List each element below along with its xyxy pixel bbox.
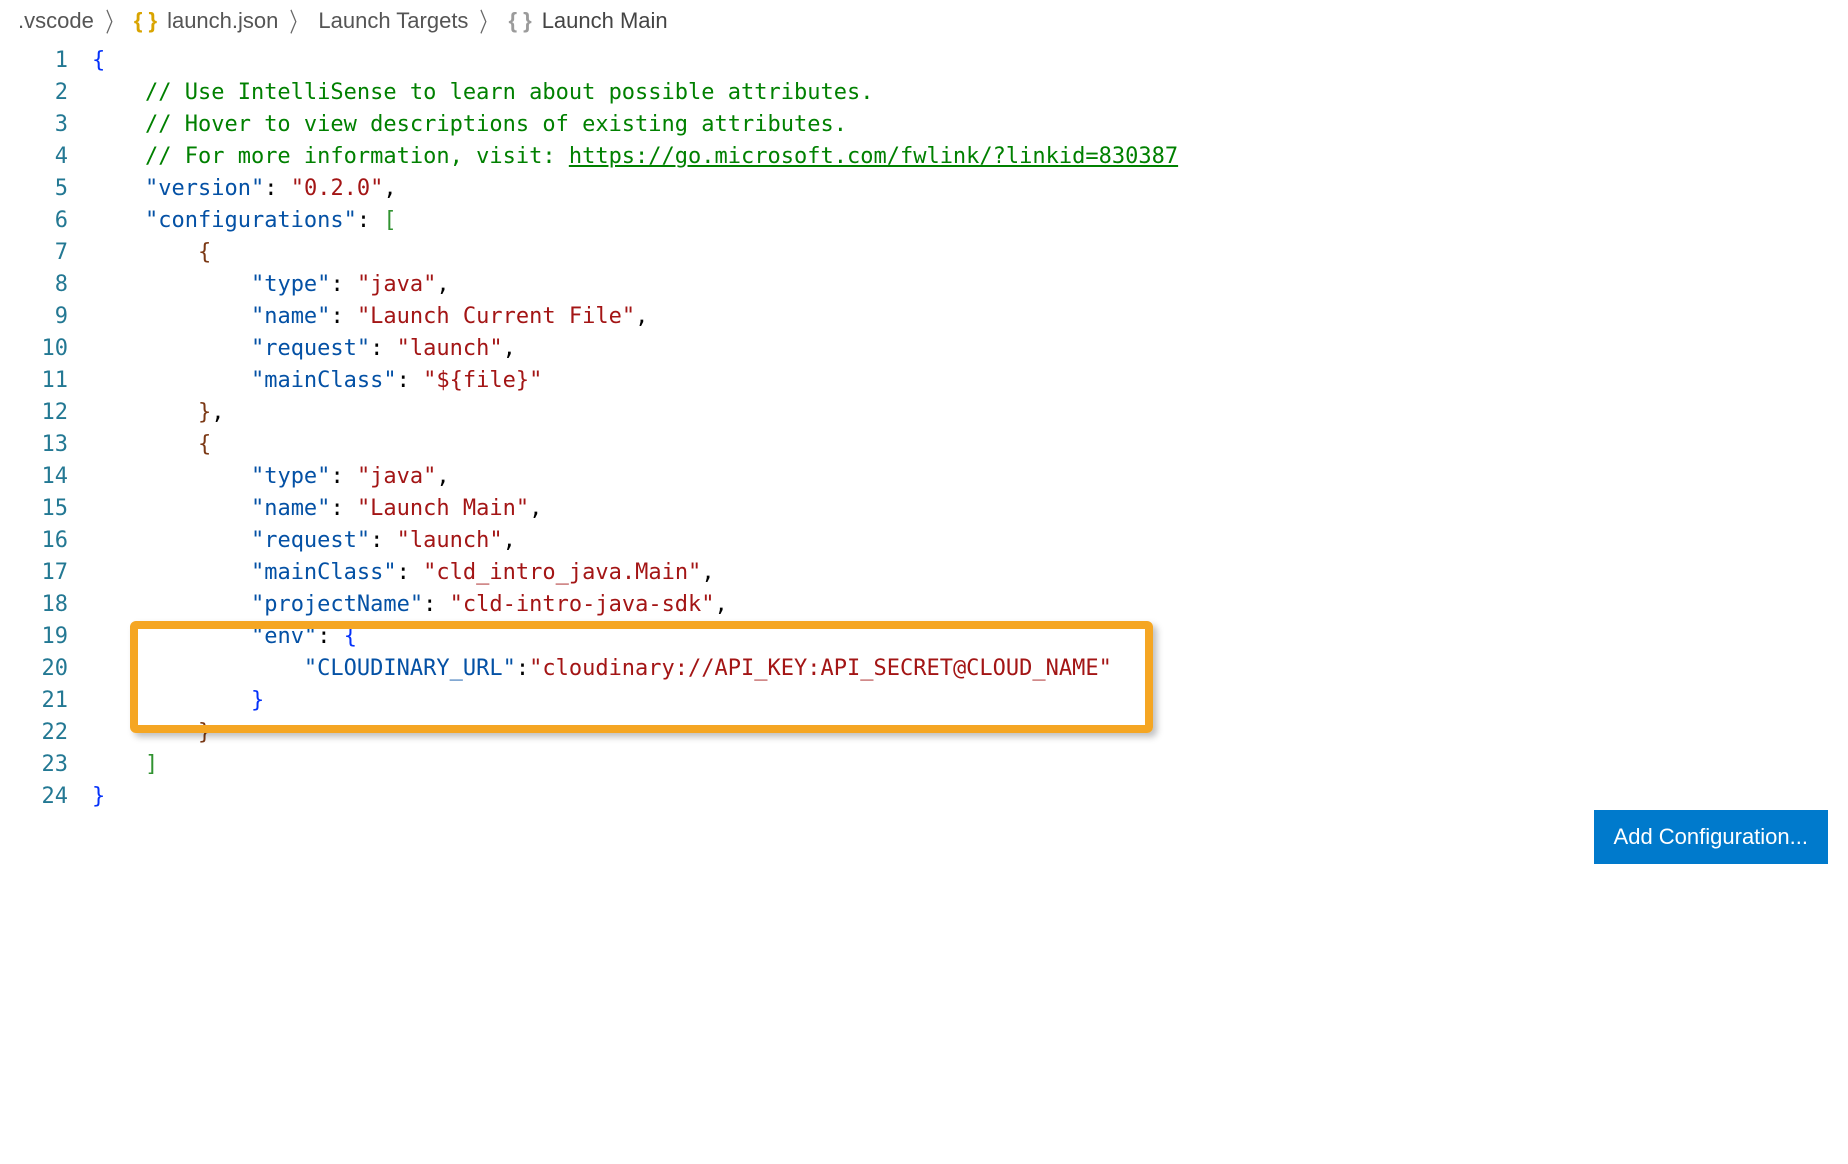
- code-line[interactable]: // For more information, visit: https://…: [92, 141, 1848, 173]
- add-configuration-button[interactable]: Add Configuration...: [1594, 810, 1828, 864]
- breadcrumb-leaf[interactable]: Launch Main: [542, 8, 668, 34]
- code-line[interactable]: }: [92, 781, 1848, 813]
- code-editor[interactable]: 1 2 3 4 5 6 7 8 9 10 11 12 13 14 15 16 1…: [0, 41, 1848, 813]
- line-number: 1: [0, 45, 68, 77]
- code-line[interactable]: {: [92, 45, 1848, 77]
- code-line[interactable]: // Use IntelliSense to learn about possi…: [92, 77, 1848, 109]
- line-number: 19: [0, 621, 68, 653]
- json-icon: { }: [134, 8, 157, 34]
- code-line[interactable]: "projectName": "cld-intro-java-sdk",: [92, 589, 1848, 621]
- line-number: 22: [0, 717, 68, 749]
- breadcrumb[interactable]: .vscode 〉 { } launch.json 〉 Launch Targe…: [0, 0, 1848, 41]
- chevron-right-icon: 〉: [480, 2, 497, 40]
- breadcrumb-section[interactable]: Launch Targets: [318, 8, 468, 34]
- code-line[interactable]: "request": "launch",: [92, 333, 1848, 365]
- line-number: 12: [0, 397, 68, 429]
- line-number: 10: [0, 333, 68, 365]
- code-line[interactable]: ]: [92, 749, 1848, 781]
- code-line[interactable]: // Hover to view descriptions of existin…: [92, 109, 1848, 141]
- code-content[interactable]: { // Use IntelliSense to learn about pos…: [92, 45, 1848, 813]
- code-line[interactable]: "name": "Launch Main",: [92, 493, 1848, 525]
- line-number: 4: [0, 141, 68, 173]
- line-gutter: 1 2 3 4 5 6 7 8 9 10 11 12 13 14 15 16 1…: [0, 45, 92, 813]
- line-number: 8: [0, 269, 68, 301]
- chevron-right-icon: 〉: [290, 2, 307, 40]
- line-number: 23: [0, 749, 68, 781]
- line-number: 15: [0, 493, 68, 525]
- code-line[interactable]: "env": {: [92, 621, 1848, 653]
- code-line[interactable]: {: [92, 429, 1848, 461]
- code-line[interactable]: }: [92, 717, 1848, 749]
- code-line[interactable]: "name": "Launch Current File",: [92, 301, 1848, 333]
- object-icon: { }: [508, 8, 531, 34]
- breadcrumb-folder[interactable]: .vscode: [18, 8, 94, 34]
- line-number: 14: [0, 461, 68, 493]
- code-line[interactable]: "mainClass": "cld_intro_java.Main",: [92, 557, 1848, 589]
- doc-link[interactable]: https://go.microsoft.com/fwlink/?linkid=…: [569, 144, 1178, 169]
- line-number: 2: [0, 77, 68, 109]
- line-number: 20: [0, 653, 68, 685]
- line-number: 24: [0, 781, 68, 813]
- chevron-right-icon: 〉: [105, 2, 122, 40]
- line-number: 5: [0, 173, 68, 205]
- code-line[interactable]: "request": "launch",: [92, 525, 1848, 557]
- line-number: 16: [0, 525, 68, 557]
- code-line[interactable]: "CLOUDINARY_URL":"cloudinary://API_KEY:A…: [92, 653, 1848, 685]
- line-number: 3: [0, 109, 68, 141]
- line-number: 7: [0, 237, 68, 269]
- code-line[interactable]: "type": "java",: [92, 269, 1848, 301]
- line-number: 21: [0, 685, 68, 717]
- code-line[interactable]: "version": "0.2.0",: [92, 173, 1848, 205]
- code-line[interactable]: }: [92, 685, 1848, 717]
- code-line[interactable]: "configurations": [: [92, 205, 1848, 237]
- line-number: 18: [0, 589, 68, 621]
- code-line[interactable]: "mainClass": "${file}": [92, 365, 1848, 397]
- code-line[interactable]: {: [92, 237, 1848, 269]
- line-number: 13: [0, 429, 68, 461]
- code-line[interactable]: },: [92, 397, 1848, 429]
- line-number: 6: [0, 205, 68, 237]
- breadcrumb-file[interactable]: launch.json: [167, 8, 278, 34]
- line-number: 9: [0, 301, 68, 333]
- line-number: 11: [0, 365, 68, 397]
- line-number: 17: [0, 557, 68, 589]
- code-line[interactable]: "type": "java",: [92, 461, 1848, 493]
